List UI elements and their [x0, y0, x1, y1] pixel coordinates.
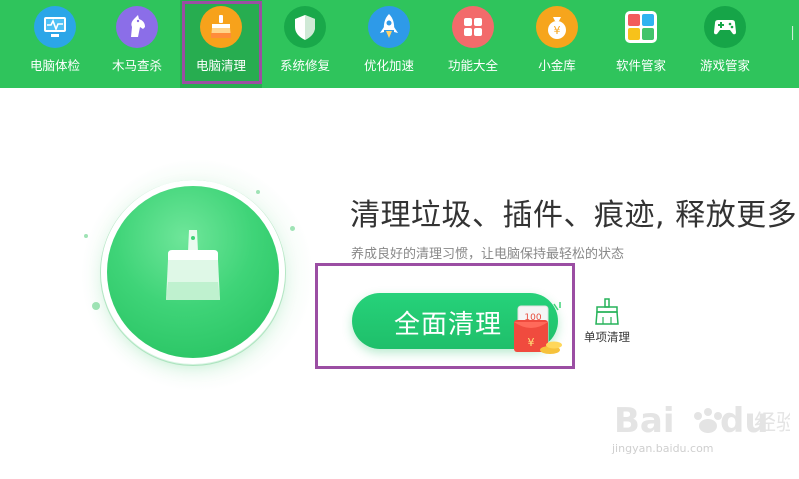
tool-trojan-scan[interactable]: 木马查杀: [96, 0, 178, 88]
tab-highlight-box: [182, 1, 262, 84]
tool-game-manager[interactable]: 游戏管家: [684, 0, 766, 88]
single-clean-button[interactable]: 单项清理: [580, 298, 634, 348]
tool-pc-checkup[interactable]: 电脑体检: [14, 0, 96, 88]
tool-label: 优化加速: [363, 58, 414, 73]
page-headline: 清理垃圾、插件、痕迹, 释放更多空: [350, 198, 799, 233]
decor-dot: [84, 234, 88, 238]
decor-dot: [290, 226, 295, 231]
tool-label: 软件管家: [615, 58, 666, 73]
decor-dot: [256, 190, 260, 194]
rocket-icon: [368, 6, 410, 48]
tool-label: 小金库: [538, 58, 576, 73]
app-tiles-icon: [620, 6, 662, 48]
broom-icon: [166, 230, 220, 300]
top-toolbar: 电脑体检 木马查杀 电脑清理 系统修复 优化加速 功能大全 ¥ 小金库 软件管家…: [0, 0, 799, 88]
tool-system-repair[interactable]: 系统修复: [264, 0, 346, 88]
tool-all-features[interactable]: 功能大全: [432, 0, 514, 88]
tool-vault[interactable]: ¥ 小金库: [516, 0, 598, 88]
toolbar-overflow-icon[interactable]: ▏: [792, 26, 799, 40]
tool-label: 电脑体检: [29, 58, 80, 73]
money-bag-icon: ¥: [536, 6, 578, 48]
shield-icon: [284, 6, 326, 48]
tool-label: 功能大全: [447, 58, 498, 73]
tool-software-manager[interactable]: 软件管家: [600, 0, 682, 88]
watermark-url: jingyan.baidu.com: [612, 442, 714, 455]
horse-icon: [116, 6, 158, 48]
button-highlight-box: [315, 263, 575, 369]
gamepad-icon: [704, 6, 746, 48]
tool-label: 木马查杀: [111, 58, 162, 73]
svg-text:¥: ¥: [554, 24, 561, 37]
tool-label: 游戏管家: [699, 58, 750, 73]
page-subline: 养成良好的清理习惯，让电脑保持最轻松的状态: [351, 247, 625, 262]
small-broom-icon: [595, 298, 619, 325]
single-clean-label: 单项清理: [584, 330, 630, 344]
svg-text:经验: 经验: [754, 411, 790, 436]
svg-text:Bai: Bai: [614, 401, 675, 441]
decor-dot: [92, 302, 100, 310]
monitor-icon: [34, 6, 76, 48]
grid-icon: [452, 6, 494, 48]
tool-label: 系统修复: [279, 58, 330, 73]
tool-optimize[interactable]: 优化加速: [348, 0, 430, 88]
